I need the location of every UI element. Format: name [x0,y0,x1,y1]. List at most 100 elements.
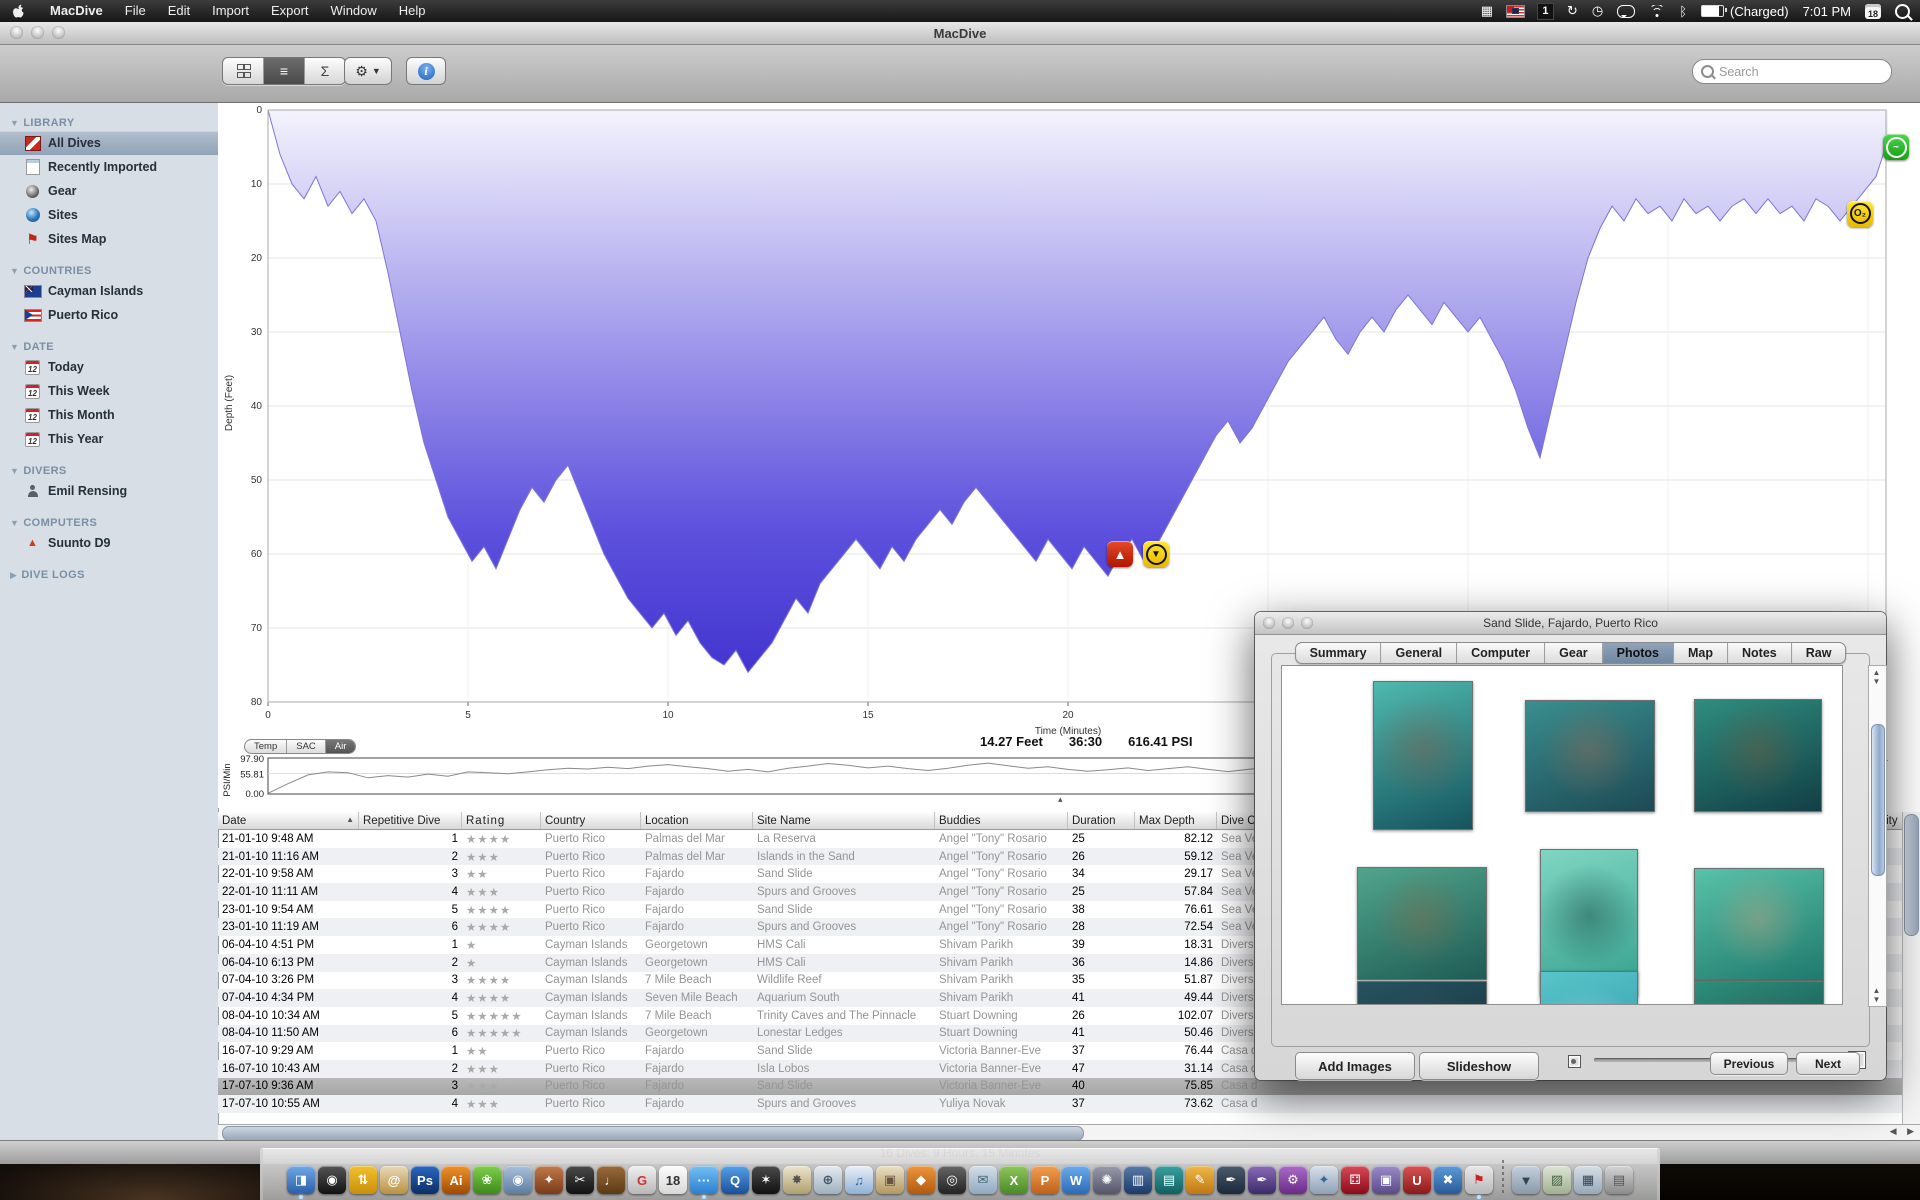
dialog-tab-raw[interactable]: Raw [1792,643,1846,663]
sidebar-item-all-dives[interactable]: All Dives [0,131,218,155]
dock-safari[interactable]: ✦ [1310,1158,1339,1194]
dock-quicktime[interactable]: Q [721,1158,750,1194]
sidebar-section-library[interactable]: ▼LIBRARY [10,117,218,129]
sync-icon[interactable]: ↻ [1567,3,1578,19]
dock-cinema-tools[interactable]: ✺ [1093,1158,1122,1194]
column-header-max-depth[interactable]: Max Depth [1135,812,1217,829]
zoom-button[interactable] [52,26,65,39]
splitter-collapse-handle[interactable]: ▴ [1058,794,1063,805]
column-header-location[interactable]: Location [641,812,753,829]
photo-reef-5[interactable] [1694,868,1824,981]
menu-clock[interactable]: 7:01 PM [1803,4,1851,19]
dock-word[interactable]: W [1062,1158,1091,1194]
dock-travel-kit[interactable]: ✦ [535,1158,564,1194]
menu-help[interactable]: Help [388,0,437,22]
dock-keynote[interactable]: ◆ [907,1158,936,1194]
input-language-flag-icon[interactable] [1507,6,1524,17]
grid-view-button[interactable] [223,58,264,84]
sidebar-item-sites-map[interactable]: ⚑Sites Map [0,227,218,251]
info-button[interactable]: i [406,57,446,85]
disclosure-triangle-icon[interactable]: ▼ [10,342,19,352]
dock-coda[interactable]: ❀ [473,1158,502,1194]
dock-imovie[interactable]: ✂ [566,1158,595,1194]
dialog-title-bar[interactable]: Sand Slide, Fajardo, Puerto Rico [1255,612,1886,635]
dock-pages[interactable]: ✎ [1186,1158,1215,1194]
disclosure-triangle-icon[interactable]: ▼ [10,518,19,528]
photo-grid[interactable] [1281,665,1843,1005]
dock-numbers[interactable]: ▥ [1124,1158,1153,1194]
dialog-tab-computer[interactable]: Computer [1457,643,1545,663]
dock-itunes[interactable]: ♫ [845,1158,874,1194]
sidebar-item-this-month[interactable]: 12This Month [0,403,218,427]
sidebar-item-sites[interactable]: Sites [0,203,218,227]
dock-ichat[interactable]: ··· [690,1158,719,1194]
photo-reef-4[interactable] [1357,867,1487,980]
search-input[interactable]: Search [1692,59,1892,84]
dock-mail[interactable]: ✉ [969,1158,998,1194]
dialog-tab-map[interactable]: Map [1674,643,1728,663]
dock-x-tools[interactable]: ✖ [1434,1158,1463,1194]
view-mode-segmented-control[interactable]: ≡ Σ [222,57,346,85]
dock-downloads-stack[interactable]: ▼ [1512,1158,1541,1194]
photo-reef-3[interactable] [1694,699,1822,812]
dialog-minimize-button[interactable] [1282,617,1294,629]
dock-idvd[interactable]: ✶ [752,1158,781,1194]
sidebar-item-today[interactable]: 12Today [0,355,218,379]
one-badge-icon[interactable]: 1 [1538,4,1553,19]
sidebar-item-emil-rensing[interactable]: Emil Rensing [0,479,218,503]
dock-cards[interactable]: ▤ [1155,1158,1184,1194]
photo-scroll-thumb[interactable] [1871,724,1885,876]
dock-macdive[interactable]: ⚑ [1465,1158,1494,1194]
horizontal-scroll-thumb[interactable] [222,1126,1084,1141]
sidebar-item-cayman-islands[interactable]: Cayman Islands [0,279,218,303]
slideshow-button[interactable]: Slideshow [1419,1052,1539,1080]
table-row[interactable]: 17-07-10 9:36 AM3★★★ · ·Puerto RicoFajar… [218,1078,1920,1096]
dock-powerpoint[interactable]: P [1031,1158,1060,1194]
dialog-tab-summary[interactable]: Summary [1296,643,1382,663]
sidebar-item-puerto-rico[interactable]: Puerto Rico [0,303,218,327]
disclosure-triangle-icon[interactable]: ▶ [10,570,17,581]
dock-web-window[interactable]: ⊕ [814,1158,843,1194]
sidebar-section-dive-logs[interactable]: ▶DIVE LOGS [10,569,218,581]
photo-bubbles[interactable] [1540,971,1638,1005]
dock-photoshop[interactable]: Ps [411,1158,440,1194]
photo-reef-2[interactable] [1525,700,1655,812]
dock-gear-card[interactable]: ⚙ [1279,1158,1308,1194]
dock-ical[interactable]: 18 [659,1158,688,1194]
column-header-country[interactable]: Country [541,812,641,829]
dialog-tab-notes[interactable]: Notes [1728,643,1792,663]
disclosure-triangle-icon[interactable]: ▼ [10,118,19,128]
sidebar-section-date[interactable]: ▼DATE [10,341,218,353]
calendar-menu-icon[interactable]: 18 [1865,4,1881,19]
dock-address-book[interactable]: @ [380,1158,409,1194]
traffic-lights[interactable] [10,26,65,39]
dock-garageband[interactable]: ♩ [597,1158,626,1194]
add-images-button[interactable]: Add Images [1295,1052,1415,1080]
time-machine-icon[interactable]: ◷ [1592,3,1603,19]
table-vertical-scrollbar[interactable] [1902,812,1920,1124]
previous-dive-button[interactable]: Previous [1710,1052,1788,1075]
dock-ink-writer[interactable]: ✒ [1248,1158,1277,1194]
menu-import[interactable]: Import [201,0,260,22]
list-view-button[interactable]: ≡ [264,58,305,84]
dialog-tab-bar[interactable]: SummaryGeneralComputerGearPhotosMapNotes… [1295,642,1847,664]
disclosure-triangle-icon[interactable]: ▼ [10,466,19,476]
dock-truck-app[interactable]: ▣ [1372,1158,1401,1194]
dock-dice-game[interactable]: ⚃ [1341,1158,1370,1194]
sidebar-item-gear[interactable]: Gear [0,179,218,203]
dock-music-record[interactable]: ◎ [938,1158,967,1194]
photo-reef-1[interactable] [1373,681,1473,830]
menu-macdive[interactable]: MacDive [39,0,114,22]
window-title-bar[interactable]: MacDive [0,22,1920,45]
next-dive-button[interactable]: Next [1796,1052,1860,1075]
dock-dashboard[interactable]: ◉ [318,1158,347,1194]
dock-maps-stack[interactable]: ▨ [1543,1158,1572,1194]
violation-marker[interactable]: ▼ [1143,541,1169,567]
sidebar-section-countries[interactable]: ▼COUNTRIES [10,265,218,277]
bluetooth-icon[interactable]: ᛒ [1679,4,1687,19]
dialog-zoom-button[interactable] [1301,617,1313,629]
dialog-close-button[interactable] [1263,617,1275,629]
dock-notebook[interactable]: ✒ [1217,1158,1246,1194]
scroll-down-icon[interactable]: ▲▼ [1870,986,1883,1004]
photo-reef-6[interactable] [1357,981,1487,1005]
